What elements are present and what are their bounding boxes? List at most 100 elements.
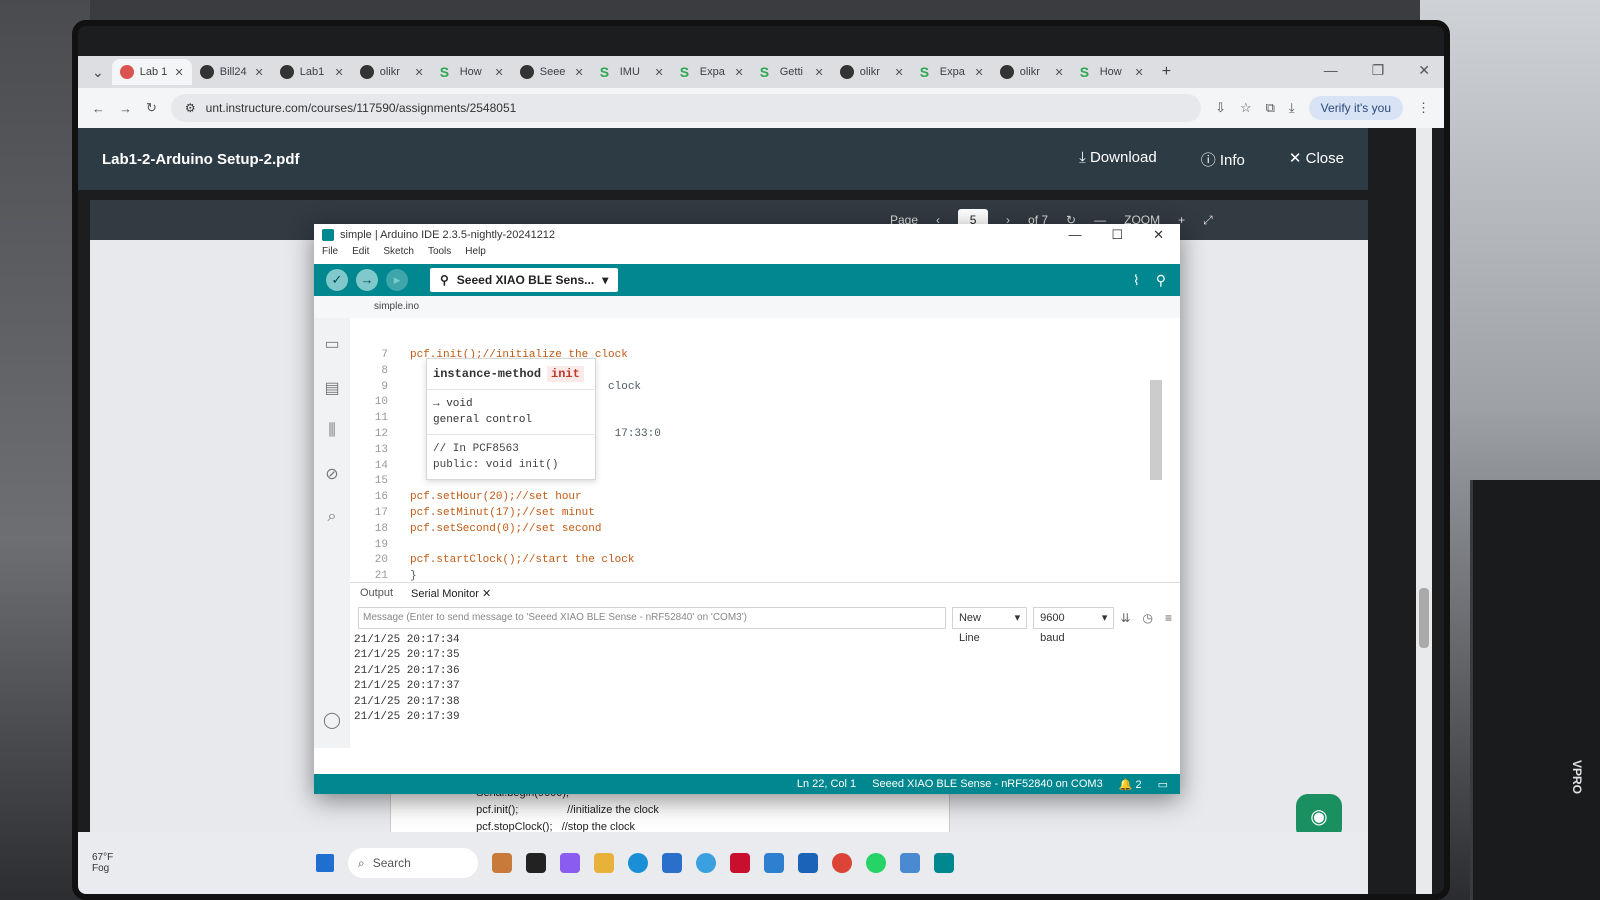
- forward-icon[interactable]: →: [119, 101, 132, 116]
- whatsapp-icon[interactable]: [866, 853, 886, 873]
- baud-select[interactable]: 9600 baud ▾: [1033, 607, 1115, 644]
- autoscroll-icon[interactable]: ⇊: [1120, 611, 1130, 625]
- close-tab-icon[interactable]: ✕: [482, 588, 491, 600]
- tab-search-icon[interactable]: ⌄: [92, 64, 104, 81]
- code-editor[interactable]: 7 8 9 10 11 12 13 14 15 16 17 18 19 20 21 pcf.init();/…: [350, 340, 1162, 582]
- widget-icon[interactable]: [492, 853, 512, 873]
- browser-tab[interactable]: S How ✕: [432, 59, 512, 85]
- editor-scrollbar[interactable]: [1150, 380, 1162, 480]
- site-info-icon[interactable]: ⚙: [185, 101, 196, 115]
- menu-item-sketch[interactable]: Sketch: [383, 246, 414, 264]
- search-icon[interactable]: ⌕: [328, 508, 337, 526]
- minimize-icon[interactable]: —: [1324, 62, 1338, 79]
- serial-plotter-icon[interactable]: ⌇: [1133, 272, 1140, 289]
- timestamp-icon[interactable]: ◷: [1143, 611, 1153, 625]
- close-tab-icon[interactable]: ✕: [655, 66, 664, 79]
- verify-icon[interactable]: ✓: [326, 269, 348, 291]
- ide-close-icon[interactable]: ✕: [1153, 227, 1164, 243]
- menu-kebab-icon[interactable]: ⋮: [1417, 100, 1430, 116]
- close-tab-icon[interactable]: ✕: [1135, 66, 1144, 79]
- close-tab-icon[interactable]: ✕: [975, 66, 984, 79]
- close-button[interactable]: ✕ Close: [1289, 149, 1344, 170]
- close-tab-icon[interactable]: ✕: [815, 66, 824, 79]
- tooltip-name: init: [547, 366, 584, 382]
- downloads-icon[interactable]: ⤓: [1289, 100, 1295, 116]
- menu-item-help[interactable]: Help: [465, 246, 486, 264]
- verify-button[interactable]: Verify it's you: [1308, 96, 1403, 120]
- browser-tab[interactable]: olikr ✕: [832, 59, 912, 85]
- new-tab-button[interactable]: +: [1162, 63, 1171, 81]
- file-explorer-icon[interactable]: [594, 853, 614, 873]
- browser-tab[interactable]: S Expa ✕: [672, 59, 752, 85]
- browser-tab[interactable]: S IMU ✕: [592, 59, 672, 85]
- close-tab-icon[interactable]: ✕: [335, 66, 344, 79]
- close-tab-icon[interactable]: ✕: [415, 66, 424, 79]
- boards-manager-icon[interactable]: ▤: [324, 378, 339, 398]
- chrome-icon[interactable]: [832, 853, 852, 873]
- info-button[interactable]: ⓘ Info: [1201, 149, 1245, 170]
- menu-item-edit[interactable]: Edit: [352, 246, 369, 264]
- fullscreen-icon[interactable]: ⤢: [1203, 213, 1213, 228]
- notifications-button[interactable]: 🔔 2: [1119, 778, 1142, 791]
- close-tab-icon[interactable]: ✕: [175, 66, 184, 79]
- browser-tab[interactable]: S Expa ✕: [912, 59, 992, 85]
- close-icon[interactable]: ✕: [1418, 62, 1430, 79]
- app-icon[interactable]: [696, 853, 716, 873]
- board-selector[interactable]: ⚲ Seeed XIAO BLE Sens... ▾: [430, 268, 619, 292]
- debug-sidebar-icon[interactable]: ⊘: [325, 464, 338, 484]
- weather-widget[interactable]: 67°F Fog: [92, 852, 302, 874]
- arduino-taskbar-icon[interactable]: [934, 853, 954, 873]
- url-field[interactable]: ⚙ unt.instructure.com/courses/117590/ass…: [170, 94, 1202, 122]
- download-button[interactable]: ⤓ Download: [1079, 149, 1157, 170]
- bookmark-star-icon[interactable]: ☆: [1240, 100, 1252, 116]
- browser-tab[interactable]: olikr ✕: [992, 59, 1072, 85]
- app-icon[interactable]: [900, 853, 920, 873]
- browser-tab[interactable]: Seee ✕: [512, 59, 592, 85]
- close-tab-icon[interactable]: ✕: [895, 66, 904, 79]
- serial-monitor-icon[interactable]: ⚲: [1156, 272, 1166, 289]
- tab-output[interactable]: Output: [360, 587, 393, 599]
- menu-item-tools[interactable]: Tools: [428, 246, 451, 264]
- library-icon[interactable]: ⫼: [328, 422, 335, 440]
- browser-tab[interactable]: S Getti ✕: [752, 59, 832, 85]
- line-ending-select[interactable]: New Line ▾: [951, 607, 1028, 644]
- sketchbook-icon[interactable]: ▭: [324, 334, 339, 354]
- upload-icon[interactable]: →: [356, 269, 378, 291]
- mcafee-icon[interactable]: [730, 853, 750, 873]
- browser-tab[interactable]: olikr ✕: [352, 59, 432, 85]
- profile-icon[interactable]: ◯: [323, 710, 341, 730]
- windows-start-icon[interactable]: [316, 854, 334, 872]
- restore-icon[interactable]: ❐: [1372, 62, 1385, 79]
- menu-item-file[interactable]: File: [322, 246, 338, 264]
- back-icon[interactable]: ←: [92, 101, 105, 116]
- file-tab[interactable]: simple.ino: [314, 296, 1180, 318]
- close-tab-icon[interactable]: ✕: [735, 66, 744, 79]
- taskbar-search[interactable]: ⌕ Search: [348, 848, 478, 878]
- browser-tab[interactable]: Bill24 ✕: [192, 59, 272, 85]
- browser-tab[interactable]: Lab 1 ✕: [111, 59, 192, 85]
- browser-tab[interactable]: Lab1 ✕: [272, 59, 352, 85]
- toggle-panel-icon[interactable]: ▭: [1158, 778, 1168, 791]
- app-icon[interactable]: [764, 853, 784, 873]
- close-tab-icon[interactable]: ✕: [575, 66, 584, 79]
- install-icon[interactable]: ⇩: [1215, 100, 1226, 116]
- ide-minimize-icon[interactable]: —: [1068, 227, 1081, 243]
- pdf-scrollbar[interactable]: [1416, 128, 1432, 894]
- reload-icon[interactable]: ↻: [146, 100, 157, 116]
- debug-icon[interactable]: ▸: [386, 269, 408, 291]
- close-tab-icon[interactable]: ✕: [255, 66, 264, 79]
- ide-maximize-icon[interactable]: ☐: [1111, 227, 1123, 243]
- clear-output-icon[interactable]: ≡: [1165, 611, 1172, 625]
- extensions-icon[interactable]: ⧉: [1266, 100, 1275, 116]
- serial-message-input[interactable]: Message (Enter to send message to 'Seeed…: [358, 607, 946, 629]
- close-tab-icon[interactable]: ✕: [495, 66, 504, 79]
- pdf-scroll-thumb[interactable]: [1419, 588, 1429, 648]
- close-tab-icon[interactable]: ✕: [1055, 66, 1064, 79]
- store-icon[interactable]: [662, 853, 682, 873]
- mail-icon[interactable]: [798, 853, 818, 873]
- tab-serial-monitor[interactable]: Serial Monitor ✕: [411, 587, 491, 600]
- copilot-icon[interactable]: [560, 853, 580, 873]
- browser-tab[interactable]: S How ✕: [1072, 59, 1152, 85]
- task-view-icon[interactable]: [526, 853, 546, 873]
- edge-icon[interactable]: [628, 853, 648, 873]
